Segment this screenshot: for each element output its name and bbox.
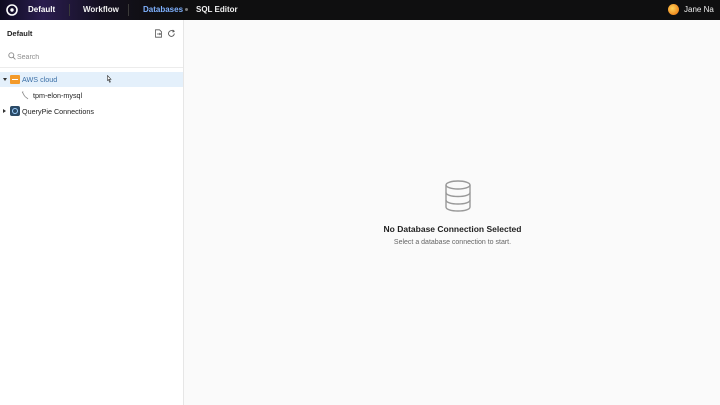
caret-right-icon[interactable] <box>3 109 6 113</box>
nav-sql-editor[interactable]: SQL Editor <box>196 5 238 14</box>
main-panel: No Database Connection Selected Select a… <box>185 20 720 405</box>
nav-workflow[interactable]: Workflow <box>83 5 119 14</box>
caret-down-icon[interactable] <box>3 78 7 81</box>
tree-node-label: AWS cloud <box>22 75 58 84</box>
tree-node-querypie-connections[interactable]: QueryPie Connections <box>0 104 183 119</box>
topbar-divider <box>128 4 129 16</box>
top-bar: Default Workflow Databases SQL Editor Ja… <box>0 0 720 20</box>
sidebar-title: Default <box>7 29 33 38</box>
database-icon <box>445 180 471 212</box>
sidebar-search <box>0 47 183 68</box>
user-avatar[interactable] <box>668 4 679 15</box>
refresh-icon[interactable] <box>167 29 176 38</box>
aws-icon <box>10 75 20 84</box>
nav-databases[interactable]: Databases <box>143 5 183 14</box>
nav-separator-dot <box>185 8 188 11</box>
querypie-icon <box>10 106 20 116</box>
topbar-divider <box>69 4 70 16</box>
workspace-name[interactable]: Default <box>28 5 55 14</box>
export-file-icon[interactable] <box>154 29 163 38</box>
empty-state-title: No Database Connection Selected <box>383 224 522 234</box>
mouse-cursor-icon <box>107 75 112 83</box>
tree-node-tpm-elon-mysql[interactable]: tpm-elon-mysql <box>0 88 183 103</box>
sidebar: Default AWS cloud tpm-elon-mysql QueryPi… <box>0 20 184 405</box>
tree-node-label: QueryPie Connections <box>22 107 94 116</box>
tree-node-label: tpm-elon-mysql <box>33 91 83 100</box>
search-icon <box>8 52 16 60</box>
search-input[interactable] <box>17 50 167 64</box>
database-leaf-icon <box>21 91 29 100</box>
querypie-logo-icon[interactable] <box>6 4 18 16</box>
tree-node-aws-cloud[interactable]: AWS cloud <box>0 72 183 87</box>
empty-state-subtitle: Select a database connection to start. <box>393 239 512 246</box>
user-name[interactable]: Jane Na <box>684 5 714 14</box>
